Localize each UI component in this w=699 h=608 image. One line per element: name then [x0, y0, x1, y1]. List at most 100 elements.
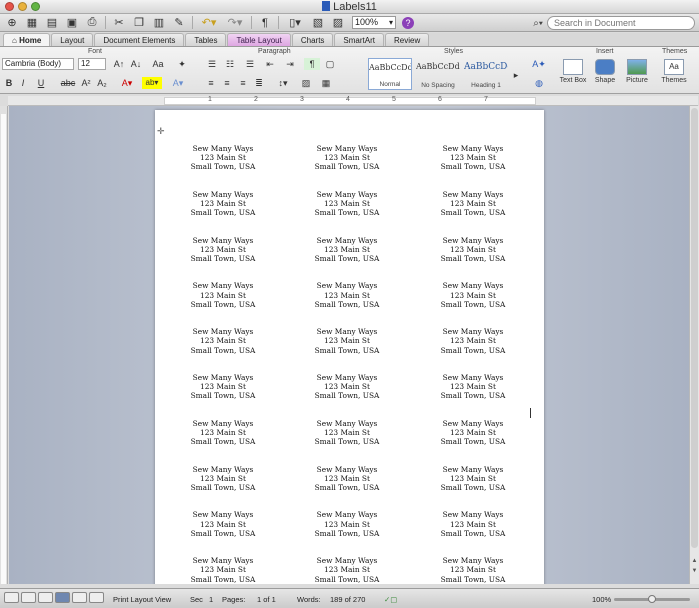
- tab-table-layout[interactable]: Table Layout: [227, 33, 291, 46]
- outline-view-button[interactable]: [21, 592, 36, 603]
- label-cell[interactable]: Sew Many Ways 123 Main St Small Town, USA: [287, 556, 407, 584]
- label-cell[interactable]: Sew Many Ways 123 Main St Small Town, USA: [163, 465, 283, 493]
- show-formatting-icon[interactable]: ¶: [304, 58, 320, 70]
- templates-icon[interactable]: ▦: [24, 15, 40, 30]
- bold-button[interactable]: B: [4, 77, 14, 89]
- clear-formatting-icon[interactable]: ✦: [174, 58, 190, 70]
- label-cell[interactable]: Sew Many Ways 123 Main St Small Town, USA: [163, 510, 283, 538]
- vertical-ruler[interactable]: [0, 106, 8, 584]
- cut-icon[interactable]: ✂: [111, 15, 127, 30]
- decrease-indent-icon[interactable]: ⇤: [262, 58, 278, 70]
- label-cell[interactable]: Sew Many Ways 123 Main St Small Town, USA: [287, 190, 407, 218]
- scrollbar-thumb[interactable]: [691, 108, 698, 548]
- label-cell[interactable]: Sew Many Ways 123 Main St Small Town, USA: [163, 556, 283, 584]
- label-cell[interactable]: Sew Many Ways 123 Main St Small Town, USA: [287, 510, 407, 538]
- label-cell[interactable]: Sew Many Ways 123 Main St Small Town, USA: [287, 465, 407, 493]
- format-painter-icon[interactable]: ✎: [171, 15, 187, 30]
- strikethrough-button[interactable]: abc: [60, 77, 76, 89]
- text-box-button[interactable]: Text Box: [558, 59, 588, 84]
- label-cell[interactable]: Sew Many Ways 123 Main St Small Town, USA: [413, 327, 533, 355]
- label-cell[interactable]: Sew Many Ways 123 Main St Small Town, USA: [163, 419, 283, 447]
- grow-font-icon[interactable]: A↑: [112, 58, 126, 70]
- style-no-spacing[interactable]: AaBbCcDdEe No Spacing: [416, 58, 460, 90]
- borders-icon[interactable]: ▢: [322, 58, 338, 70]
- paragraph-mark-icon[interactable]: ¶: [257, 15, 273, 30]
- print-icon[interactable]: ⎙: [84, 15, 100, 30]
- tab-layout[interactable]: Layout: [51, 33, 94, 46]
- draft-view-button[interactable]: [4, 592, 19, 603]
- tab-tables[interactable]: Tables: [185, 33, 227, 46]
- save-icon[interactable]: ▣: [64, 15, 80, 30]
- open-icon[interactable]: ▤: [44, 15, 60, 30]
- font-name-select[interactable]: Cambria (Body): [2, 58, 74, 70]
- italic-button[interactable]: I: [18, 77, 28, 89]
- superscript-button[interactable]: A²: [80, 77, 92, 89]
- align-left-icon[interactable]: ≡: [204, 77, 218, 89]
- subscript-button[interactable]: A₂: [96, 77, 108, 89]
- align-right-icon[interactable]: ≡: [236, 77, 250, 89]
- table-move-handle-icon[interactable]: ✛: [157, 126, 165, 137]
- label-cell[interactable]: Sew Many Ways 123 Main St Small Town, USA: [413, 510, 533, 538]
- vertical-scrollbar[interactable]: ▲ ▼: [689, 106, 699, 584]
- full-screen-view-button[interactable]: [89, 592, 104, 603]
- label-cell[interactable]: Sew Many Ways 123 Main St Small Town, USA: [163, 327, 283, 355]
- label-cell[interactable]: Sew Many Ways 123 Main St Small Town, USA: [413, 419, 533, 447]
- align-center-icon[interactable]: ≡: [220, 77, 234, 89]
- underline-button[interactable]: U: [34, 77, 48, 89]
- label-cell[interactable]: Sew Many Ways 123 Main St Small Town, USA: [287, 144, 407, 172]
- numbering-icon[interactable]: ☷: [222, 58, 238, 70]
- font-color-icon[interactable]: A▾: [118, 77, 136, 89]
- label-cell[interactable]: Sew Many Ways 123 Main St Small Town, USA: [287, 373, 407, 401]
- label-cell[interactable]: Sew Many Ways 123 Main St Small Town, USA: [287, 419, 407, 447]
- label-cell[interactable]: Sew Many Ways 123 Main St Small Town, USA: [413, 144, 533, 172]
- label-cell[interactable]: Sew Many Ways 123 Main St Small Town, USA: [163, 373, 283, 401]
- zoom-select[interactable]: 100%: [352, 16, 396, 29]
- zoom-window-button[interactable]: [31, 2, 40, 11]
- search-input[interactable]: [547, 16, 695, 30]
- label-cell[interactable]: Sew Many Ways 123 Main St Small Town, USA: [163, 190, 283, 218]
- label-cell[interactable]: Sew Many Ways 123 Main St Small Town, USA: [413, 190, 533, 218]
- redo-icon[interactable]: ↷▾: [224, 15, 246, 30]
- help-icon[interactable]: ?: [402, 16, 414, 29]
- minimize-window-button[interactable]: [18, 2, 27, 11]
- label-cell[interactable]: Sew Many Ways 123 Main St Small Town, USA: [413, 465, 533, 493]
- change-case-icon[interactable]: Aa: [150, 58, 166, 70]
- line-spacing-icon[interactable]: ↕▾: [274, 77, 292, 89]
- label-cell[interactable]: Sew Many Ways 123 Main St Small Town, USA: [287, 281, 407, 309]
- themes-button[interactable]: Aa Themes: [658, 59, 690, 84]
- search-icon[interactable]: ⌕▾: [533, 18, 543, 29]
- change-styles-icon[interactable]: ◍: [531, 77, 547, 89]
- label-cell[interactable]: Sew Many Ways 123 Main St Small Town, USA: [163, 281, 283, 309]
- shrink-font-icon[interactable]: A↓: [129, 58, 143, 70]
- notebook-view-button[interactable]: [72, 592, 87, 603]
- toolbox-icon[interactable]: ▧: [310, 15, 326, 30]
- new-icon[interactable]: ⊕: [4, 15, 20, 30]
- tab-smartart[interactable]: SmartArt: [334, 33, 384, 46]
- justify-icon[interactable]: ≣: [252, 77, 266, 89]
- picture-button[interactable]: Picture: [622, 59, 652, 84]
- highlight-icon[interactable]: ab▾: [142, 77, 162, 89]
- style-normal[interactable]: AaBbCcDdEe Normal: [368, 58, 412, 90]
- increase-indent-icon[interactable]: ⇥: [282, 58, 298, 70]
- label-cell[interactable]: Sew Many Ways 123 Main St Small Town, USA: [413, 281, 533, 309]
- scroll-down-icon[interactable]: ▼: [690, 568, 699, 574]
- zoom-slider-knob[interactable]: [648, 595, 656, 603]
- close-window-button[interactable]: [5, 2, 14, 11]
- sidebar-icon[interactable]: ▯▾: [284, 15, 306, 30]
- tab-charts[interactable]: Charts: [291, 33, 334, 46]
- label-cell[interactable]: Sew Many Ways 123 Main St Small Town, USA: [163, 236, 283, 264]
- print-layout-view-button[interactable]: [55, 592, 70, 603]
- horizontal-ruler[interactable]: 1 2 3 4 5 6 7: [8, 96, 698, 106]
- label-cell[interactable]: Sew Many Ways 123 Main St Small Town, USA: [413, 373, 533, 401]
- tab-home[interactable]: ⌂ Home: [3, 33, 51, 46]
- text-effects-icon[interactable]: A▾: [168, 77, 188, 89]
- spelling-check-icon[interactable]: ✓▢: [384, 595, 397, 604]
- scroll-up-icon[interactable]: ▲: [690, 558, 699, 564]
- bullets-icon[interactable]: ☰: [204, 58, 220, 70]
- style-heading-1[interactable]: AaBbCcDc Heading 1: [464, 58, 508, 90]
- shading-icon[interactable]: ▨: [298, 77, 314, 89]
- label-cell[interactable]: Sew Many Ways 123 Main St Small Town, USA: [287, 327, 407, 355]
- undo-icon[interactable]: ↶▾: [198, 15, 220, 30]
- zoom-slider[interactable]: [614, 595, 690, 603]
- multilevel-list-icon[interactable]: ☰: [242, 58, 258, 70]
